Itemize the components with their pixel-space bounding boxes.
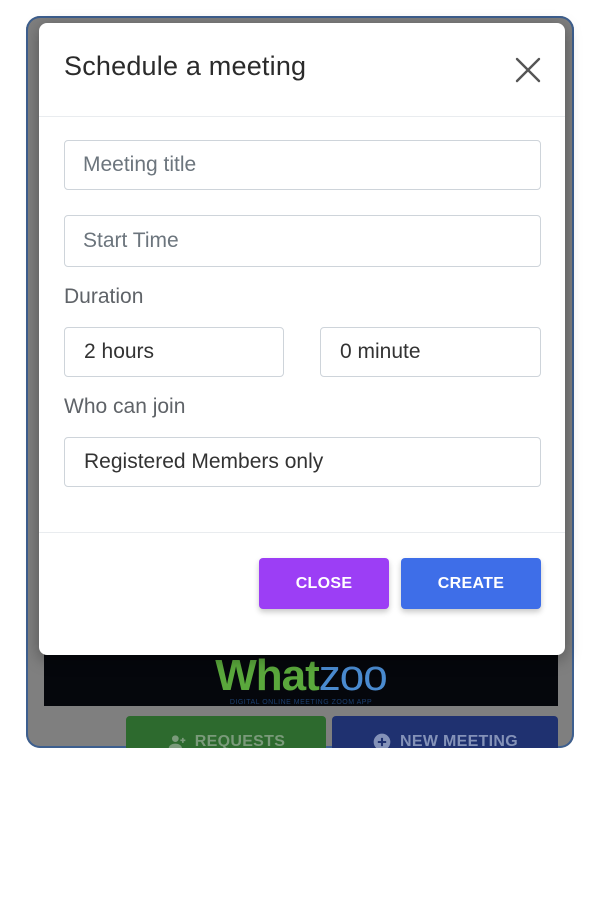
who-can-join-select[interactable]: Registered Members only — [64, 437, 541, 487]
close-icon[interactable] — [513, 55, 543, 85]
close-button[interactable]: CLOSE — [259, 558, 389, 609]
new-meeting-button[interactable]: NEW MEETING — [332, 716, 558, 748]
duration-hours-select[interactable]: 2 hours — [64, 327, 284, 377]
whatzoo-banner: Whatzoo DIGITAL ONLINE MEETING ZOOM APP — [44, 654, 558, 706]
schedule-meeting-modal: Schedule a meeting Duration 2 hours 0 mi… — [39, 23, 565, 655]
duration-label: Duration — [64, 285, 144, 308]
requests-label: REQUESTS — [194, 733, 286, 748]
logo-zoo: zoo — [318, 651, 388, 700]
create-button[interactable]: CREATE — [401, 558, 541, 609]
add-user-icon — [168, 735, 186, 748]
modal-title: Schedule a meeting — [64, 51, 307, 81]
meeting-title-input[interactable] — [64, 140, 541, 190]
modal-header: Schedule a meeting — [39, 23, 565, 117]
logo-what: What — [215, 651, 320, 700]
who-can-join-label: Who can join — [64, 395, 186, 418]
modal-footer-divider — [39, 532, 565, 533]
requests-button[interactable]: REQUESTS — [126, 716, 326, 748]
start-time-input[interactable] — [64, 215, 541, 267]
logo-tagline: DIGITAL ONLINE MEETING ZOOM APP — [229, 699, 373, 706]
new-meeting-label: NEW MEETING — [400, 733, 518, 748]
whatzoo-logo: Whatzoo — [44, 654, 558, 698]
plus-circle-icon — [373, 733, 391, 748]
duration-minutes-select[interactable]: 0 minute — [320, 327, 541, 377]
